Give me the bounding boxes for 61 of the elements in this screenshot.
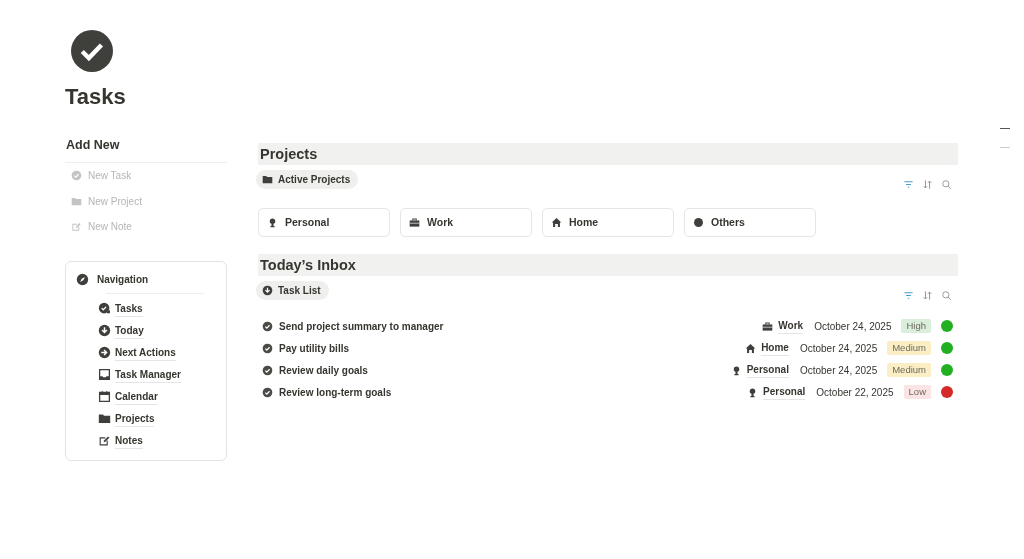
down-arrow-circle-icon — [98, 324, 111, 338]
folder-icon — [98, 412, 111, 426]
date-text: October 22, 2025 — [816, 385, 894, 400]
task-title: Send project summary to manager — [279, 319, 444, 334]
filter-icon — [903, 179, 914, 190]
search-icon — [941, 290, 952, 301]
right-arrow-circle-icon — [98, 346, 111, 360]
date-text: October 24, 2025 — [814, 319, 892, 334]
priority-tag: High — [901, 318, 931, 334]
date-text: October 24, 2025 — [799, 363, 878, 378]
briefcase-icon — [409, 217, 420, 228]
folder-icon — [71, 195, 82, 207]
view-tab[interactable]: Task List — [256, 281, 329, 300]
section-header: Projects — [258, 143, 958, 165]
nav-link[interactable]: Today — [98, 319, 144, 342]
folder-icon — [262, 174, 273, 185]
project-card[interactable]: Others — [684, 208, 816, 237]
nav-link[interactable]: Tasks — [98, 297, 143, 320]
task-title: Review daily goals — [279, 363, 368, 378]
task-title: Review long-term goals — [279, 385, 392, 400]
check-circle-icon — [262, 364, 273, 376]
project-link[interactable]: Work — [762, 318, 804, 334]
project-link[interactable]: Home — [745, 340, 789, 356]
sort-icon — [922, 290, 933, 301]
priority-tag: Medium — [887, 340, 931, 356]
sort-icon — [922, 179, 933, 190]
house-icon — [745, 342, 757, 354]
calendar-icon — [98, 390, 111, 404]
section-title: Add New — [65, 136, 227, 164]
nav-link[interactable]: Calendar — [98, 385, 158, 408]
nav-link[interactable]: Notes — [98, 429, 143, 452]
filter-icon — [903, 290, 914, 301]
project-card[interactable]: Work — [400, 208, 532, 237]
task-title: Pay utility bills — [279, 341, 350, 356]
tray-icon — [98, 368, 111, 382]
section-header: Today’s Inbox — [258, 254, 958, 276]
project-card[interactable]: Personal — [258, 208, 390, 237]
page-title: Tasks — [65, 84, 127, 111]
compass-icon — [76, 272, 89, 286]
circle-icon — [693, 217, 704, 228]
nav-link[interactable]: Task Manager — [98, 363, 181, 386]
date-text: October 24, 2025 — [799, 341, 878, 356]
check-circle-icon — [262, 386, 273, 398]
check-circle-icon — [262, 320, 273, 332]
pin-icon — [267, 217, 278, 228]
navigation-title: Navigation — [97, 272, 149, 287]
project-link[interactable]: Personal — [747, 384, 806, 400]
view-tab[interactable]: Active Projects — [256, 170, 359, 189]
check-circle-icon — [71, 170, 82, 182]
project-link[interactable]: Personal — [730, 362, 789, 378]
briefcase-icon — [762, 320, 774, 332]
down-arrow-circle-icon — [262, 285, 273, 296]
nav-link[interactable]: Projects — [98, 407, 155, 430]
house-icon — [551, 217, 562, 228]
project-card[interactable]: Home — [542, 208, 674, 237]
search-icon — [941, 179, 952, 190]
check-circle-icon — [71, 30, 113, 72]
check-circle-icon — [262, 342, 273, 354]
priority-tag: Low — [903, 384, 931, 400]
nav-link[interactable]: Next Actions — [98, 341, 176, 364]
priority-tag: Medium — [887, 362, 931, 378]
